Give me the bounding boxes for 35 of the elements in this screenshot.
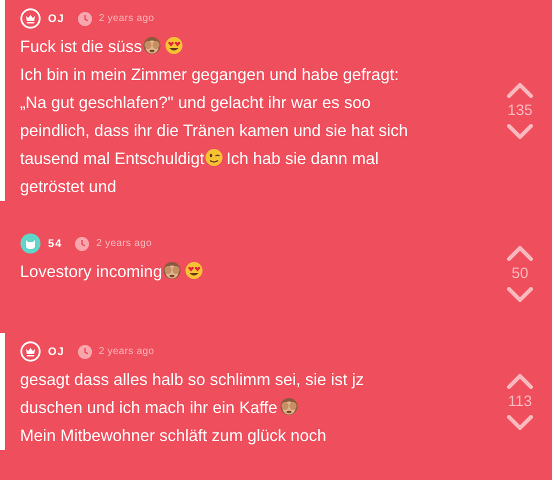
vote-count: 135 bbox=[507, 100, 533, 120]
author-label: OJ bbox=[48, 346, 65, 358]
heart-eyes-emoji-icon bbox=[164, 36, 184, 55]
post-text: Ich bin in mein Zimmer gegangen und habe gefragt: bbox=[20, 66, 399, 84]
clock-icon bbox=[78, 12, 92, 26]
vote-count: 113 bbox=[508, 392, 532, 412]
monkey-emoji-icon bbox=[162, 261, 182, 280]
monkey-emoji-icon bbox=[279, 397, 300, 416]
post-text: peindlich, dass ihr die Tränen kamen und sie hat sich bbox=[20, 122, 408, 140]
post-text: tausend mal Entschuldigt bbox=[20, 150, 204, 168]
heart-eyes-emoji-icon bbox=[184, 261, 204, 280]
clock-icon bbox=[75, 236, 90, 250]
post-time: 2 years ago bbox=[98, 346, 154, 357]
post-text: getröstet und bbox=[20, 178, 116, 196]
post-text: „Na gut geschlafen?" und gelacht ihr war es soo bbox=[20, 94, 371, 112]
post-time: 2 years ago bbox=[98, 13, 154, 24]
vote-count: 50 bbox=[512, 264, 528, 284]
author-label: 54 bbox=[48, 238, 62, 250]
upvote-button[interactable] bbox=[506, 82, 534, 98]
upvote-button[interactable] bbox=[506, 245, 534, 261]
post-text: duschen und ich mach ihr ein Kaffe bbox=[20, 399, 278, 417]
post-text: Fuck ist die süss bbox=[20, 38, 142, 56]
monkey-emoji-icon bbox=[142, 36, 162, 55]
post-text: Lovestory incoming bbox=[20, 263, 162, 281]
author-label: OJ bbox=[48, 12, 65, 24]
post-text: Mein Mitbewohner schläft zum glück noch bbox=[20, 427, 326, 445]
upvote-button[interactable] bbox=[506, 372, 534, 388]
post-text: Ich hab sie dann mal bbox=[226, 150, 379, 168]
downvote-button[interactable] bbox=[506, 287, 534, 303]
downvote-button[interactable] bbox=[506, 414, 534, 430]
winking-emoji-icon bbox=[204, 148, 224, 167]
downvote-button[interactable] bbox=[506, 124, 534, 140]
clock-icon bbox=[78, 344, 92, 358]
post-text: gesagt dass alles halb so schlimm sei, sie ist jz bbox=[20, 371, 364, 389]
post-time: 2 years ago bbox=[96, 238, 152, 249]
